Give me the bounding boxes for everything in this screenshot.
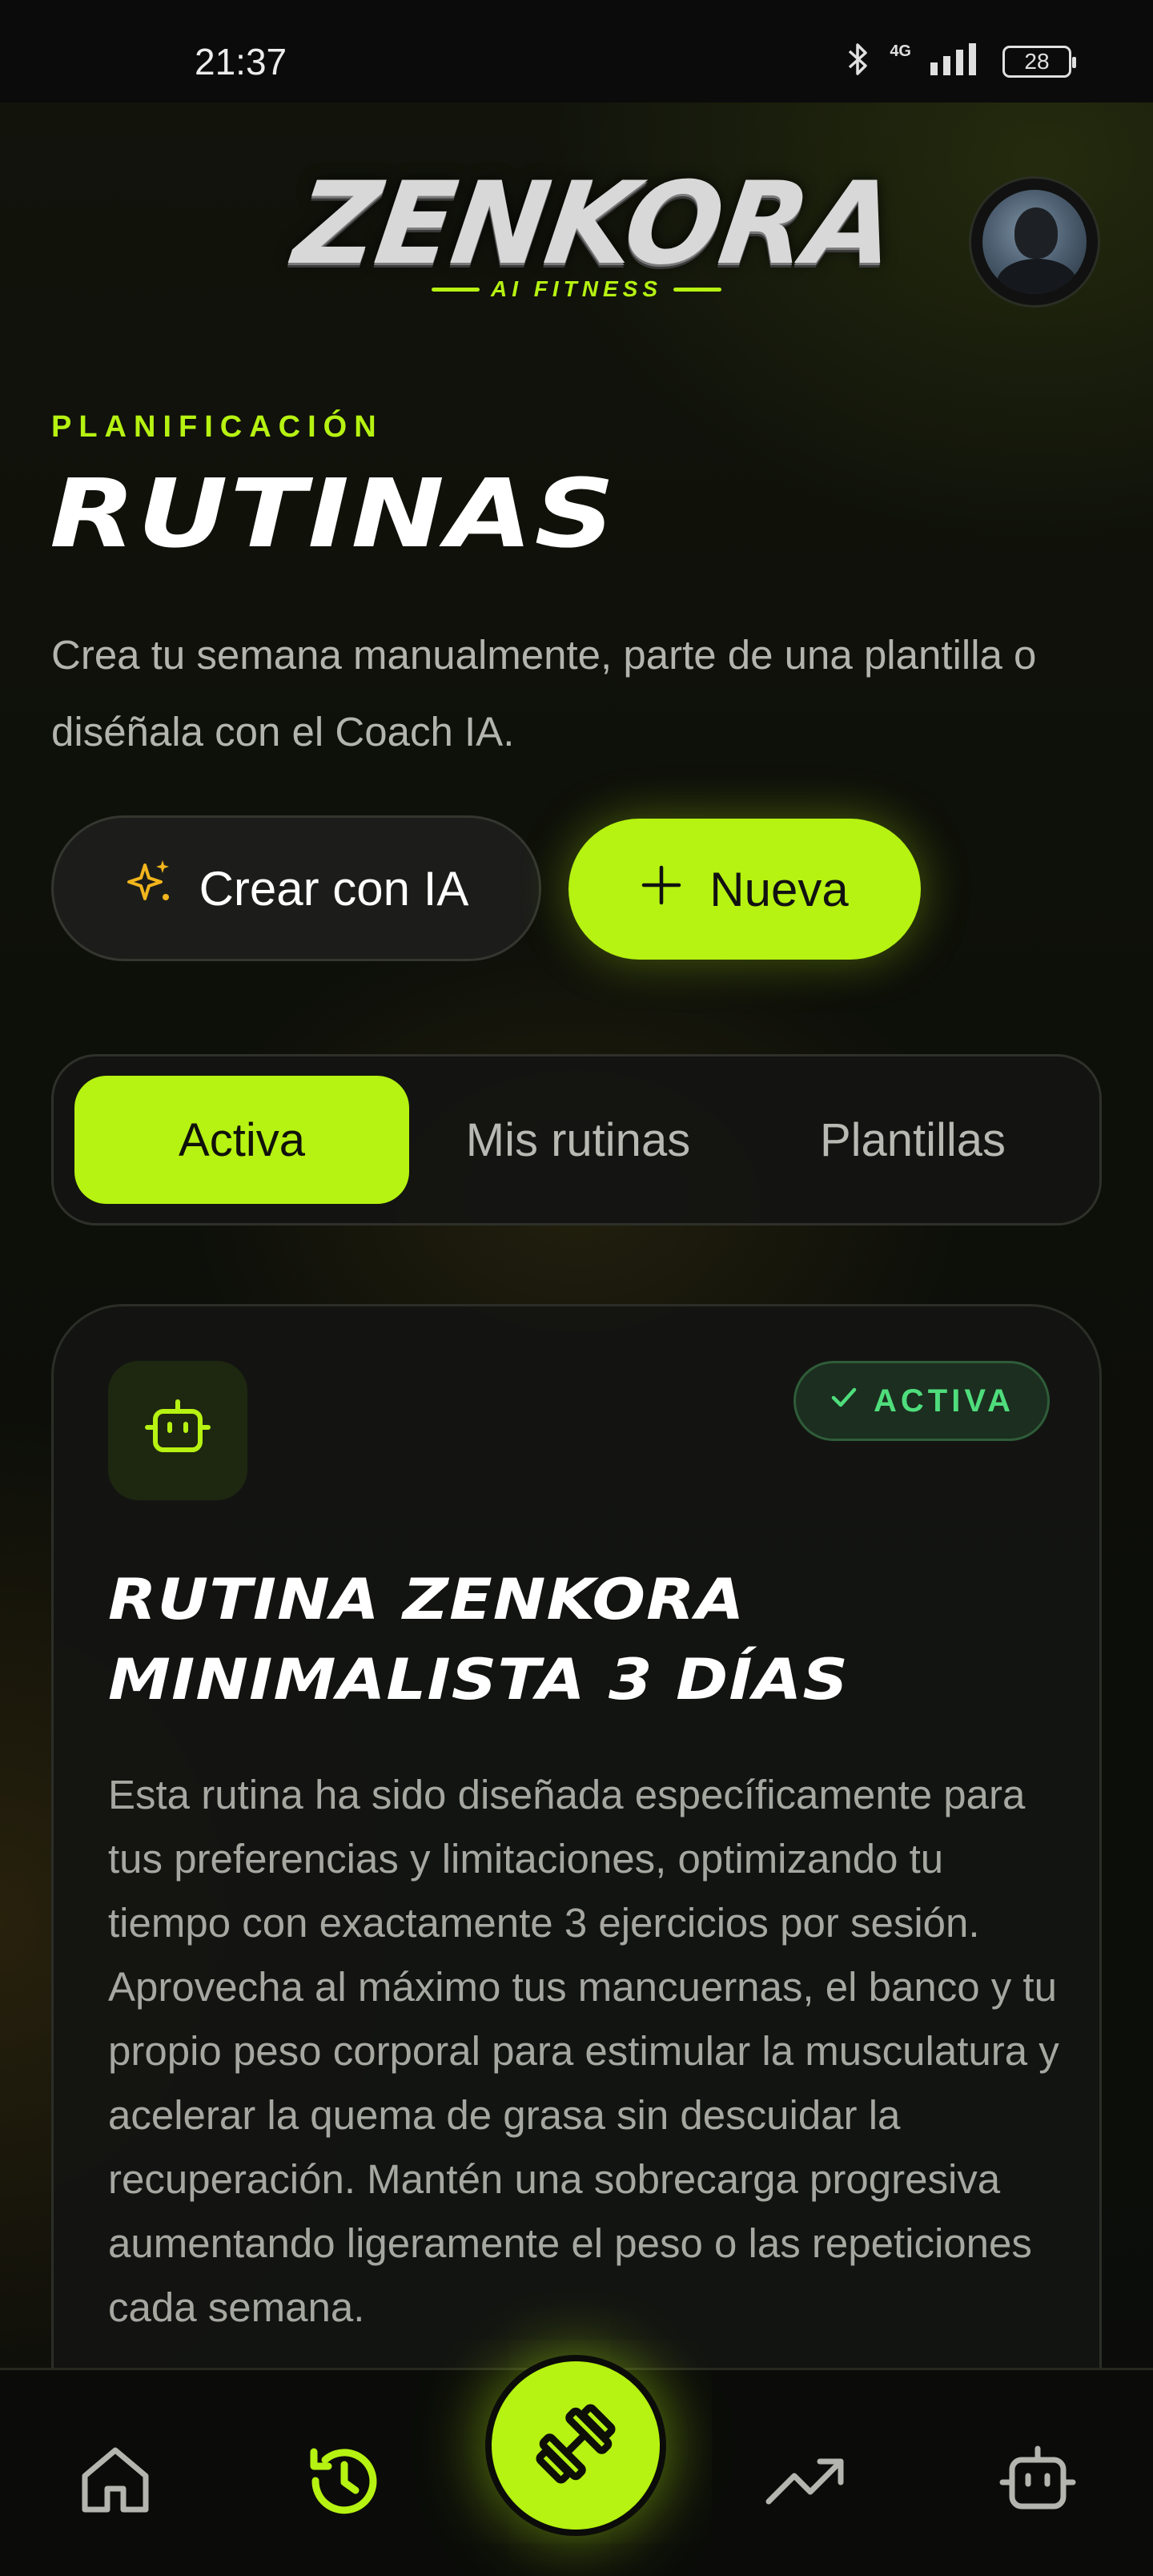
- screen: 21:37 4G 28 ZENKORA AI FITNESS PLANIFICA…: [0, 0, 1153, 2576]
- network-type: 4G: [890, 42, 911, 60]
- sparkles-icon: [124, 857, 175, 920]
- section-eyebrow: PLANIFICACIÓN: [51, 410, 384, 444]
- status-icons: 4G 28: [845, 42, 1076, 81]
- profile-avatar-button[interactable]: [969, 176, 1100, 308]
- check-icon: [829, 1382, 859, 1420]
- routine-description: Esta rutina ha sido diseñada específicam…: [108, 1772, 1059, 2330]
- new-routine-button[interactable]: Nueva: [568, 819, 921, 960]
- home-icon: [77, 2442, 154, 2523]
- bluetooth-icon: [845, 42, 872, 81]
- nav-history[interactable]: [296, 2434, 392, 2530]
- tab-plantillas[interactable]: Plantillas: [745, 1076, 1080, 1204]
- nav-progress[interactable]: [757, 2434, 854, 2530]
- trending-up-icon: [764, 2449, 847, 2517]
- routine-title-line: RUTINA ZENKORA: [108, 1567, 745, 1632]
- new-routine-label: Nueva: [709, 862, 849, 916]
- signal-icon: [929, 42, 985, 81]
- app-logo: ZENKORA AI FITNESS: [287, 158, 902, 308]
- battery-level: 28: [1024, 48, 1050, 74]
- avatar: [982, 190, 1087, 294]
- routine-title-line: MINIMALISTA 3 DÍAS: [108, 1647, 850, 1713]
- tab-activa[interactable]: Activa: [74, 1076, 409, 1204]
- routine-icon-tile: [108, 1361, 247, 1500]
- create-with-ai-label: Crear con IA: [199, 861, 469, 916]
- tab-mis-rutinas[interactable]: Mis rutinas: [411, 1076, 745, 1204]
- routine-tabs: Activa Mis rutinas Plantillas: [51, 1054, 1102, 1226]
- plus-icon: [641, 862, 682, 917]
- logo-title: ZENKORA: [287, 158, 903, 290]
- workout-fab-button[interactable]: [485, 2355, 666, 2536]
- page-description: Crea tu semana manualmente, parte de una…: [51, 632, 1037, 755]
- robot-icon: [144, 1395, 211, 1467]
- page-title: RUTINAS: [50, 458, 617, 569]
- status-badge-label: ACTIVA: [874, 1383, 1014, 1419]
- nav-coach[interactable]: [990, 2434, 1086, 2530]
- status-bar: 21:37 4G 28: [0, 0, 1153, 103]
- status-badge: ACTIVA: [793, 1361, 1050, 1441]
- status-time: 21:37: [195, 41, 287, 83]
- dumbbell-icon: [528, 2396, 624, 2496]
- battery-icon: 28: [1002, 45, 1076, 78]
- robot-icon: [999, 2442, 1076, 2523]
- routine-title: RUTINA ZENKORA MINIMALISTA 3 DÍAS: [108, 1560, 1139, 1720]
- create-with-ai-button[interactable]: Crear con IA: [51, 815, 541, 961]
- nav-home[interactable]: [67, 2434, 163, 2530]
- history-icon: [304, 2441, 384, 2525]
